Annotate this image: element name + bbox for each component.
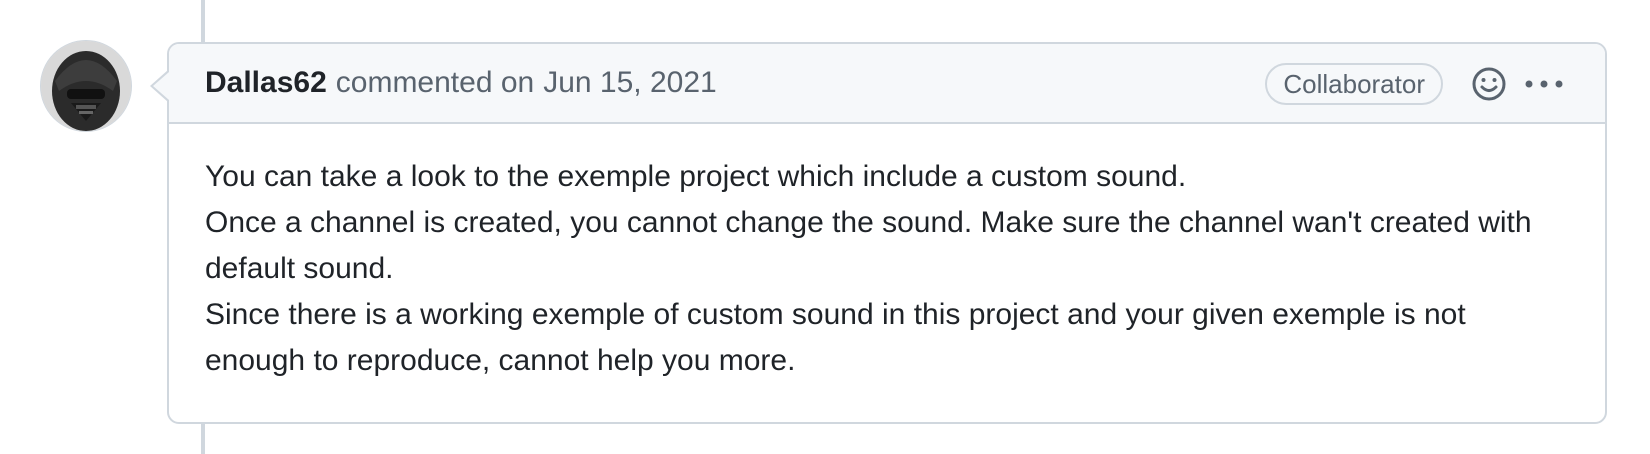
comment-pointer-fill [153,72,169,100]
comment-header: Dallas62 commented on Jun 15, 2021 Colla… [169,44,1605,124]
kebab-horizontal-icon [1525,80,1563,88]
comment-options-button[interactable] [1521,64,1567,104]
comment-paragraph: Once a channel is created, you cannot ch… [205,206,1532,285]
user-avatar-icon [41,41,131,131]
comment-paragraph: You can take a look to the exemple proje… [205,160,1187,193]
smiley-icon [1472,67,1506,101]
comment-timestamp[interactable]: Jun 15, 2021 [543,66,716,100]
author-link[interactable]: Dallas62 [205,66,327,100]
comment-action-text: commented on [335,66,535,99]
add-reaction-button[interactable] [1469,64,1509,104]
comment-body: You can take a look to the exemple proje… [205,154,1565,384]
collaborator-badge: Collaborator [1265,63,1443,105]
comment-header-actions: Collaborator [1265,44,1567,124]
comment-paragraph: Since there is a working exemple of cust… [205,298,1466,377]
avatar[interactable] [40,40,132,132]
comment-box: Dallas62 commented on Jun 15, 2021 Colla… [167,42,1607,424]
